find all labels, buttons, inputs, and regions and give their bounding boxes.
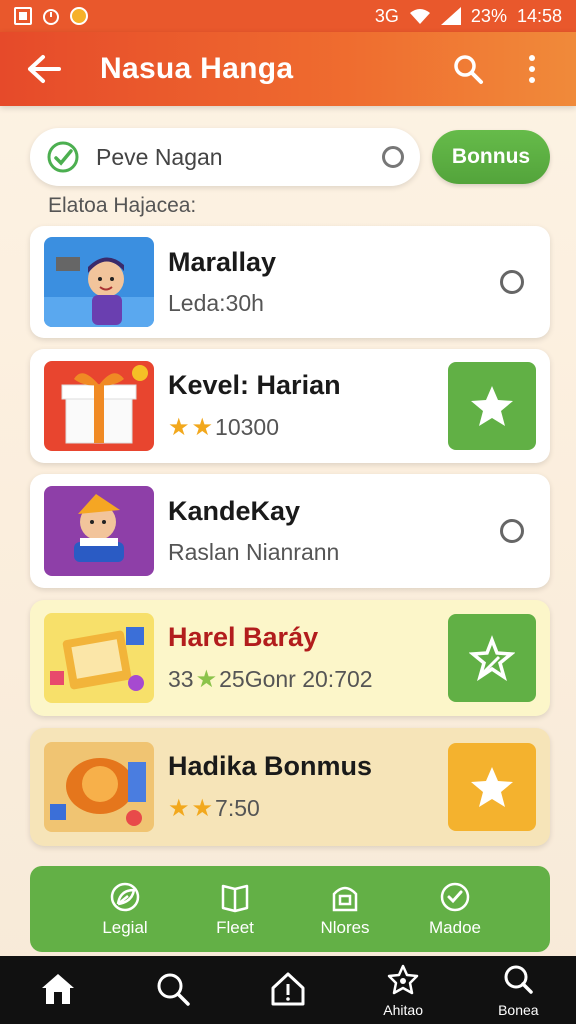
category-strip: Legial Fleet Nlores Madoe	[30, 866, 550, 952]
strip-item-madoe[interactable]: Madoe	[410, 880, 500, 938]
bonus-button[interactable]: Bonnus	[432, 130, 550, 184]
star-icon: ★	[195, 666, 218, 693]
wifi-icon	[409, 9, 430, 24]
book-icon	[221, 884, 249, 913]
puzzle-thumbnail	[44, 613, 154, 703]
list-item[interactable]: Marallay Leda:30h	[30, 226, 550, 338]
strip-item-nlores[interactable]: Nlores	[300, 880, 390, 938]
select-radio[interactable]	[500, 519, 524, 543]
card-rating: ★ ★ 10300	[168, 414, 279, 441]
notification-icon	[70, 7, 88, 25]
alert-home-icon	[271, 972, 305, 1006]
card-body: Kevel: Harian ★ ★ 10300	[168, 370, 448, 442]
clock: 14:58	[516, 5, 562, 26]
nav-search[interactable]	[133, 970, 213, 1010]
star-icon: ★	[168, 795, 190, 822]
battery-level: 23%	[470, 5, 507, 26]
game-thumbnail	[44, 237, 154, 327]
timer-icon	[43, 9, 59, 25]
gift-thumbnail	[44, 361, 154, 451]
card-subtitle: Raslan Nianrann	[168, 539, 340, 565]
strip-label: Nlores	[320, 918, 370, 937]
nav-home[interactable]	[18, 970, 98, 1010]
character-thumbnail	[44, 486, 154, 576]
card-title: Hadika Bonmus	[168, 751, 373, 781]
page-title: Nasua Hanga	[100, 52, 294, 85]
card-title: Harel Baráy	[168, 622, 319, 652]
star-icon: ★	[168, 414, 190, 441]
card-rating: ★ ★ 7:50	[168, 795, 260, 822]
signal-icon	[440, 7, 461, 25]
nav-alerts[interactable]	[248, 970, 328, 1010]
status-bar: 3G 23% 14:58	[0, 0, 576, 32]
search-icon	[157, 973, 190, 1006]
strip-item-legial[interactable]: Legial	[80, 880, 170, 938]
back-arrow-icon[interactable]	[22, 47, 66, 91]
search-icon[interactable]	[446, 47, 490, 91]
card-body: Hadika Bonmus ★ ★ 7:50	[168, 751, 448, 823]
nav-label: Ahitao	[383, 1002, 423, 1018]
search-icon	[504, 965, 534, 994]
star-icon	[471, 767, 513, 807]
strip-item-fleet[interactable]: Fleet	[190, 880, 280, 938]
bottom-nav: Ahitao Bonea	[0, 956, 576, 1024]
app-bar: Nasua Hanga	[0, 32, 576, 106]
search-row: Peve Nagan Bonnus	[30, 128, 550, 186]
status-right: 3G 23% 14:58	[375, 6, 562, 27]
favorite-button[interactable]	[448, 614, 536, 702]
card-title: Marallay	[168, 247, 277, 277]
card-title: KandeKay	[168, 496, 301, 526]
search-value: Peve Nagan	[96, 143, 223, 170]
list-item[interactable]: Hadika Bonmus ★ ★ 7:50	[30, 728, 550, 846]
star-icon	[471, 386, 513, 426]
search-radio[interactable]	[382, 146, 404, 168]
favorite-button[interactable]	[448, 743, 536, 831]
nav-label: Bonea	[498, 1002, 539, 1018]
card-body: KandeKay Raslan Nianrann	[168, 496, 500, 566]
strip-label: Madoe	[429, 918, 481, 937]
star-icon: ★	[191, 414, 214, 441]
badge-icon	[387, 964, 419, 995]
lock-icon	[332, 886, 358, 912]
search-input[interactable]: Peve Nagan	[30, 128, 420, 186]
strip-label: Legial	[102, 918, 148, 937]
select-radio[interactable]	[500, 270, 524, 294]
status-left	[14, 6, 88, 26]
card-body: Marallay Leda:30h	[168, 247, 500, 317]
leaf-icon	[110, 882, 140, 912]
more-options-icon[interactable]	[510, 47, 554, 91]
strip-label: Fleet	[216, 918, 254, 937]
check-circle-icon	[440, 882, 470, 912]
home-icon	[41, 974, 74, 1004]
list-item[interactable]: KandeKay Raslan Nianrann	[30, 474, 550, 588]
section-label: Elatoa Hajacea:	[48, 194, 197, 217]
list-item[interactable]: Harel Baráy 33 ★ 25Gonr 20:702	[30, 600, 550, 716]
star-icon: ★	[191, 795, 214, 822]
list-item[interactable]: Kevel: Harian ★ ★ 10300	[30, 349, 550, 463]
nav-ahitao[interactable]: Ahitao	[363, 962, 443, 1018]
nav-bonea[interactable]: Bonea	[478, 962, 558, 1018]
favorite-button[interactable]	[448, 362, 536, 450]
card-rating: 33 ★ 25Gonr 20:702	[168, 666, 373, 693]
screenshot-icon	[14, 7, 32, 25]
card-body: Harel Baráy 33 ★ 25Gonr 20:702	[168, 622, 448, 694]
card-title: Kevel: Harian	[168, 370, 341, 400]
treasure-thumbnail	[44, 742, 154, 832]
star-outline-icon	[469, 635, 515, 681]
card-subtitle: Leda:30h	[168, 290, 264, 316]
network-type: 3G	[374, 5, 399, 26]
check-circle-icon	[47, 141, 79, 173]
